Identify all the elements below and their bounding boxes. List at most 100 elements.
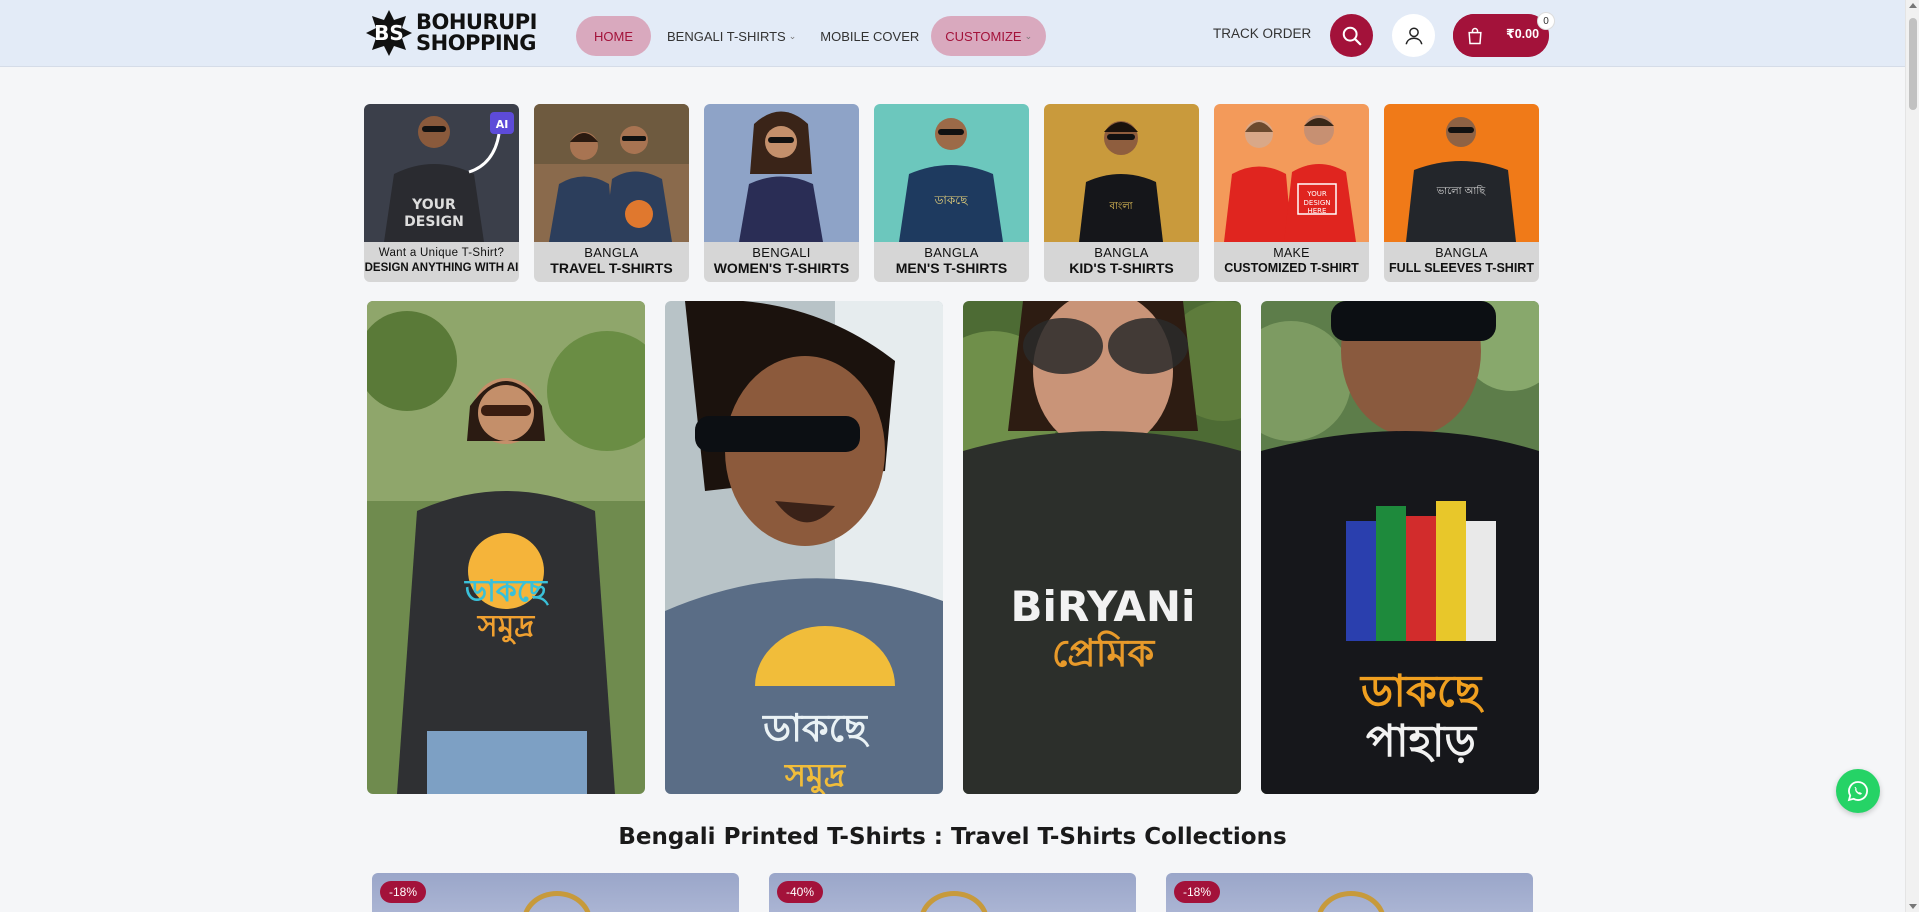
hero-photo-woman-biryani[interactable]: BiRYANi প্রেমিক [963,301,1241,794]
hanger-graphic [919,891,989,912]
category-travel[interactable]: BANGLA TRAVEL T-SHIRTS [534,104,689,282]
whatsapp-button[interactable] [1836,769,1880,813]
hero-image: BiRYANi প্রেমিক [963,301,1241,794]
category-label: Want a Unique T-Shirt? DESIGN ANYTHING W… [364,242,519,282]
svg-text:সমুদ্র: সমুদ্র [784,756,847,794]
nav-mobile-cover[interactable]: MOBILE COVER [808,16,931,56]
category-image: ভালো আছি [1384,104,1539,242]
product-grid: -18% -40% -18% [372,873,1533,912]
svg-text:YOUR: YOUR [411,197,456,213]
hero-photo-woman-beach-tshirt[interactable]: ডাকছে সমুদ্র [367,301,645,794]
discount-badge: -40% [777,881,824,903]
logo-text: BOHURUPI SHOPPING [416,12,537,54]
hero-image: ডাকছে সমুদ্র [367,301,645,794]
whatsapp-icon [1847,781,1868,802]
logo-line-1: BOHURUPI [416,10,537,34]
hero-photo-boy-mountain[interactable]: ডাকছে পাহাড় [1261,301,1539,794]
category-kids[interactable]: বাংলা BANGLA KID'S T-SHIRTS [1044,104,1199,282]
category-line-2: KID'S T-SHIRTS [1069,260,1174,276]
main-nav: HOME BENGALI T-SHIRTS ⌄ MOBILE COVER CUST… [576,16,1047,56]
nav-customize-label: CUSTOMIZE [945,28,1022,44]
hero-image: ডাকছে সমুদ্র [665,301,943,794]
page-scrollbar[interactable] [1905,0,1919,912]
category-label: BANGLA MEN'S T-SHIRTS [874,242,1029,282]
chevron-down-icon: ⌄ [1024,30,1033,41]
category-line-1: MAKE [1273,246,1310,260]
scroll-down-arrow-icon[interactable] [1909,904,1917,909]
nav-bengali-tshirts[interactable]: BENGALI T-SHIRTS ⌄ [655,16,808,56]
discount-badge: -18% [380,881,427,903]
cart-total: ₹0.00 [1506,27,1540,41]
track-order-link[interactable]: TRACK ORDER [1213,26,1311,41]
svg-text:YOUR: YOUR [1306,190,1327,198]
category-customized[interactable]: YOUR DESIGN HERE MAKE CUSTOMIZED T-SHIRT [1214,104,1369,282]
category-line-2: TRAVEL T-SHIRTS [550,260,673,276]
nav-home-label: HOME [594,28,633,44]
category-label: BANGLA KID'S T-SHIRTS [1044,242,1199,282]
logo-line-2: SHOPPING [416,31,536,55]
product-card[interactable]: -18% [372,873,739,912]
search-button[interactable] [1330,14,1373,57]
site-logo[interactable]: BS BOHURUPI SHOPPING [364,8,537,58]
svg-text:DESIGN: DESIGN [404,214,464,230]
category-line-1: BENGALI [752,245,811,260]
svg-text:ডাকছে: ডাকছে [761,706,870,750]
hanger-graphic [1316,891,1386,912]
category-label: BANGLA TRAVEL T-SHIRTS [534,242,689,282]
category-line-2: WOMEN'S T-SHIRTS [713,260,850,276]
category-line-1: BANGLA [584,245,639,260]
svg-text:পাহাড়: পাহাড় [1366,716,1478,767]
nav-bengali-tshirts-label: BENGALI T-SHIRTS [667,28,786,44]
category-label: BANGLA FULL SLEEVES T-SHIRT [1384,242,1539,282]
category-label: MAKE CUSTOMIZED T-SHIRT [1214,242,1369,282]
account-button[interactable] [1392,14,1435,57]
category-line-1: BANGLA [924,245,979,260]
svg-text:HERE: HERE [1308,207,1327,215]
user-icon [1404,26,1423,44]
category-line-2: DESIGN ANYTHING WITH AI [364,262,519,274]
category-line-2: MEN'S T-SHIRTS [895,260,1008,276]
category-ai-design[interactable]: YOUR DESIGN AI Want a Unique T-Shirt? DE… [364,104,519,282]
product-card[interactable]: -40% [769,873,1136,912]
svg-text:বাংলা: বাংলা [1108,201,1133,212]
shopping-bag-icon [1467,27,1482,44]
chevron-down-icon: ⌄ [788,30,797,41]
svg-text:ডাকছে: ডাকছে [934,193,969,207]
category-line-1: BANGLA [1094,245,1149,260]
svg-text:ভালো আছি: ভালো আছি [1436,185,1486,197]
cart-button[interactable]: ₹0.00 [1453,14,1549,57]
svg-text:ডাকছে: ডাকছে [1359,666,1485,717]
svg-text:ডাকছে: ডাকছে [464,574,550,609]
nav-mobile-cover-label: MOBILE COVER [820,28,920,44]
hero-photo-man-sunglasses[interactable]: ডাকছে সমুদ্র [665,301,943,794]
search-icon [1342,26,1361,45]
category-label: BENGALI WOMEN'S T-SHIRTS [704,242,859,282]
cart-count-badge: 0 [1537,12,1555,30]
nav-home[interactable]: HOME [576,16,651,56]
category-strip: YOUR DESIGN AI Want a Unique T-Shirt? DE… [364,104,1539,282]
product-card[interactable]: -18% [1166,873,1533,912]
hanger-graphic [522,891,592,912]
category-line-1: BANGLA [1435,246,1488,260]
category-full-sleeves[interactable]: ভালো আছি BANGLA FULL SLEEVES T-SHIRT [1384,104,1539,282]
svg-text:DESIGN: DESIGN [1304,199,1331,207]
site-header: BS BOHURUPI SHOPPING HOME BENGALI T-SHIR… [0,0,1905,67]
category-image: YOUR DESIGN HERE [1214,104,1369,242]
cart-bag [1453,14,1496,57]
category-image [704,104,859,242]
scroll-thumb[interactable] [1909,18,1917,110]
nav-customize[interactable]: CUSTOMIZE ⌄ [931,16,1047,56]
scroll-up-arrow-icon[interactable] [1909,3,1917,8]
category-image: বাংলা [1044,104,1199,242]
ai-badge: AI [496,118,509,131]
svg-text:প্রেমিক: প্রেমিক [1052,630,1156,675]
section-title: Bengali Printed T-Shirts : Travel T-Shir… [618,824,1287,850]
category-line-1: Want a Unique T-Shirt? [378,247,505,259]
category-image: ডাকছে [874,104,1029,242]
category-men[interactable]: ডাকছে BANGLA MEN'S T-SHIRTS [874,104,1029,282]
hero-gallery: ডাকছে সমুদ্র ডাকছে সমুদ্র BiRYANi প্রেমি… [367,301,1539,794]
category-women[interactable]: BENGALI WOMEN'S T-SHIRTS [704,104,859,282]
svg-text:BS: BS [374,21,404,45]
category-image: YOUR DESIGN AI [364,104,519,242]
category-image [534,104,689,242]
